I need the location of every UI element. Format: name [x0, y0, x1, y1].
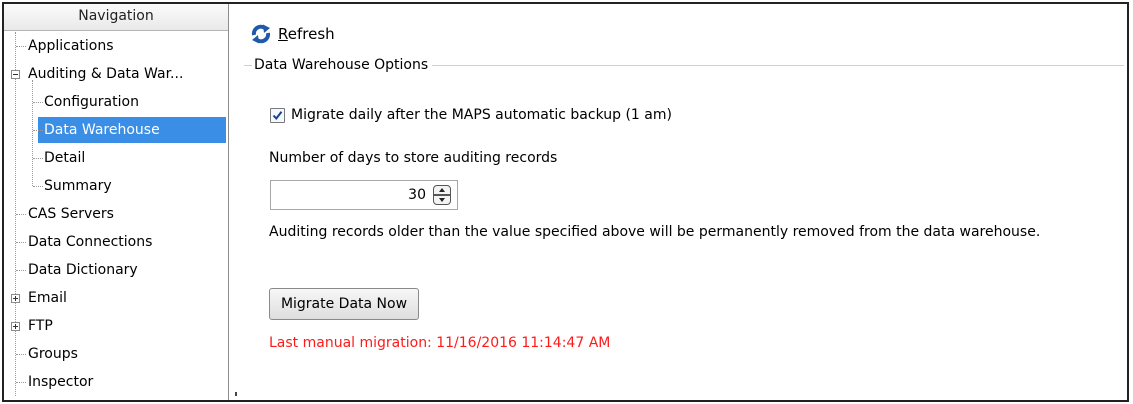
- tree-item-label: Configuration: [44, 94, 139, 110]
- tree-item-label: Summary: [44, 178, 112, 194]
- tree-item-data-warehouse[interactable]: Data Warehouse: [4, 116, 228, 144]
- refresh-mnemonic: R: [278, 25, 288, 43]
- increment-arrow-icon[interactable]: [433, 185, 451, 195]
- days-to-store-stepper[interactable]: 30: [270, 180, 458, 210]
- spinner-buttons: [433, 185, 451, 205]
- tree-item-auditing-data-war[interactable]: Auditing & Data War...: [4, 60, 228, 88]
- tree-item-inspector[interactable]: Inspector: [4, 368, 228, 396]
- tree-connector: [33, 130, 43, 131]
- tree-item-ftp[interactable]: FTP: [4, 312, 228, 340]
- tree-connector: [16, 46, 26, 47]
- tree-connector: [16, 270, 26, 271]
- checkmark-icon: [272, 110, 283, 120]
- migrate-daily-label: Migrate daily after the MAPS automatic b…: [291, 107, 672, 123]
- refresh-icon: [251, 24, 271, 44]
- tree-item-label: Auditing & Data War...: [28, 66, 184, 82]
- tree-item-applications[interactable]: Applications: [4, 32, 228, 60]
- tree-item-label: Email: [28, 290, 67, 306]
- decrement-arrow-icon[interactable]: [433, 195, 451, 205]
- last-migration-status: Last manual migration: 11/16/2016 11:14:…: [269, 335, 611, 351]
- migrate-daily-option[interactable]: Migrate daily after the MAPS automatic b…: [270, 104, 672, 126]
- tree-item-label: Groups: [28, 346, 78, 362]
- tree-item-label: Data Warehouse: [44, 122, 160, 138]
- tree-item-label: FTP: [28, 318, 53, 334]
- tree-item-label: Applications: [28, 38, 114, 54]
- tree-item-data-dictionary[interactable]: Data Dictionary: [4, 256, 228, 284]
- tree-item-groups[interactable]: Groups: [4, 340, 228, 368]
- days-to-store-value[interactable]: 30: [408, 181, 426, 209]
- tree-item-summary[interactable]: Summary: [4, 172, 228, 200]
- splitter-handle[interactable]: [235, 392, 237, 396]
- tree-item-label: Data Dictionary: [28, 262, 138, 278]
- navigation-panel: Navigation Applications Auditing & Data W…: [4, 4, 229, 400]
- tree-item-label: Inspector: [28, 374, 94, 390]
- tree-item-detail[interactable]: Detail: [4, 144, 228, 172]
- migrate-daily-checkbox[interactable]: [270, 107, 285, 123]
- tree-item-label: Data Connections: [28, 234, 153, 250]
- refresh-label-rest: efresh: [287, 25, 335, 43]
- migrate-data-now-button[interactable]: Migrate Data Now: [269, 288, 419, 320]
- tree-item-email[interactable]: Email: [4, 284, 228, 312]
- days-to-store-label: Number of days to store auditing records: [269, 150, 558, 166]
- window-frame: Navigation Applications Auditing & Data W…: [2, 2, 1129, 402]
- navigation-header: Navigation: [4, 4, 228, 31]
- tree-connector: [33, 102, 43, 103]
- tree-item-label: CAS Servers: [28, 206, 114, 222]
- tree-connector: [16, 354, 26, 355]
- tree-connector: [16, 382, 26, 383]
- tree-connector: [33, 158, 43, 159]
- tree-connector: [16, 242, 26, 243]
- retention-info-text: Auditing records older than the value sp…: [269, 224, 1041, 240]
- expand-icon[interactable]: [11, 322, 20, 331]
- tree-connector: [16, 214, 26, 215]
- expand-icon[interactable]: [11, 294, 20, 303]
- tree-item-data-connections[interactable]: Data Connections: [4, 228, 228, 256]
- tree-item-cas-servers[interactable]: CAS Servers: [4, 200, 228, 228]
- navigation-tree: Applications Auditing & Data War... Config…: [4, 32, 228, 396]
- refresh-label: Refresh: [278, 25, 335, 43]
- collapse-icon[interactable]: [11, 70, 20, 79]
- refresh-button[interactable]: Refresh: [250, 19, 335, 49]
- group-title: Data Warehouse Options: [252, 55, 433, 75]
- tree-item-label: Detail: [44, 150, 86, 166]
- tree-item-configuration[interactable]: Configuration: [4, 88, 228, 116]
- tree-connector: [33, 186, 43, 187]
